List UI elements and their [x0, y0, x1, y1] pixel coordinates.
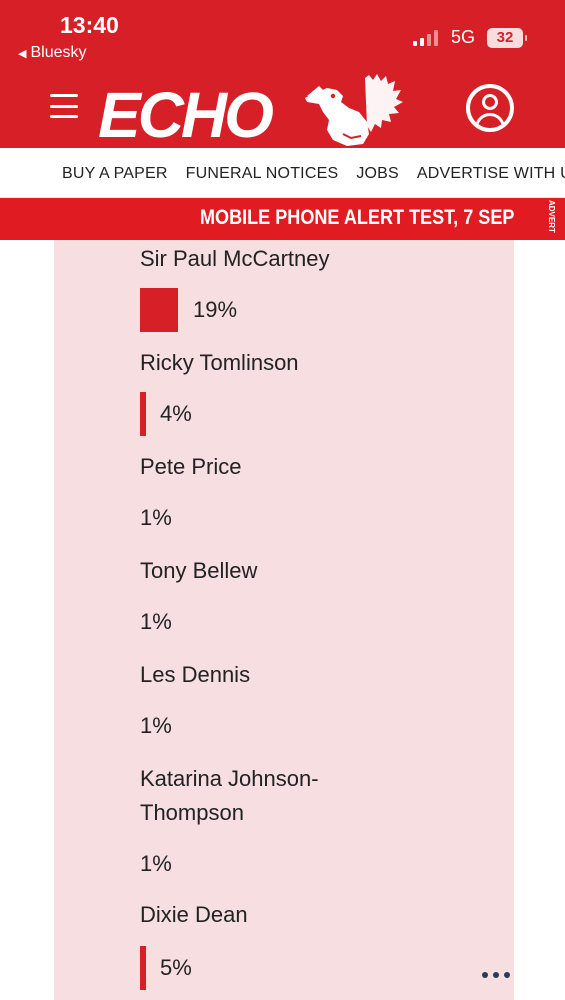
poll-result-percent: 1% [140, 609, 172, 634]
signal-strength-icon [413, 30, 438, 46]
back-to-app-link[interactable]: ◀ Bluesky [18, 44, 87, 62]
site-header: 13:40 ◀ Bluesky 5G 32 ECHO [0, 0, 565, 151]
news-ticker[interactable]: MOBILE PHONE ALERT TEST, 7 SEP ADVERT [0, 198, 565, 240]
ticker-headline[interactable]: MOBILE PHONE ALERT TEST, 7 SEP [200, 206, 514, 230]
back-arrow-icon: ◀ [18, 47, 27, 60]
poll-result-percent: 1% [140, 851, 172, 876]
user-account-icon[interactable] [466, 84, 514, 132]
poll-result-percent: 5% [160, 955, 192, 980]
poll-result-row[interactable]: 4% [140, 392, 192, 436]
advert-label: ADVERT [547, 200, 556, 233]
poll-result-percent: 1% [140, 505, 172, 530]
poll-result-row[interactable]: 1% [140, 496, 172, 540]
nav-item-funeral-notices[interactable]: FUNERAL NOTICES [186, 165, 339, 183]
poll-result-row[interactable]: 1% [140, 704, 172, 748]
poll-result-percent: 1% [140, 713, 172, 738]
advert-tag: ADVERT [543, 198, 565, 240]
poll-result-bar [140, 392, 146, 436]
nav-item-buy-a-paper[interactable]: BUY A PAPER [62, 165, 168, 183]
poll-option-name: Dixie Dean [140, 902, 248, 927]
poll-result-bar [140, 288, 178, 332]
poll-result-bar [140, 946, 146, 990]
poll-result-percent: 19% [193, 297, 238, 322]
poll-option-name: Sir Paul McCartney [140, 246, 330, 271]
status-time: 13:40 [60, 12, 119, 38]
nav-item-jobs[interactable]: JOBS [356, 165, 399, 183]
poll-result-row[interactable]: 1% [140, 842, 172, 886]
poll-result-percent: 4% [160, 401, 192, 426]
top-nav-bar: BUY A PAPER FUNERAL NOTICES JOBS ADVERTI… [0, 148, 565, 198]
poll-option-name: Les Dennis [140, 662, 251, 687]
battery-icon: 32 [487, 28, 527, 48]
poll-option-name: Pete Price [140, 454, 242, 479]
back-app-label: Bluesky [30, 44, 87, 61]
more-options-icon[interactable] [482, 972, 510, 978]
network-type: 5G [451, 27, 476, 47]
poll-result-row[interactable]: 19% [140, 288, 237, 332]
poll-option-name: Tony Bellew [140, 558, 258, 583]
hamburger-menu-icon[interactable] [50, 94, 78, 118]
poll-result-row[interactable]: 5% [140, 946, 192, 990]
poll-option-name: Ricky Tomlinson [140, 350, 299, 375]
poll-option-name: Katarina Johnson-Thompson [140, 766, 319, 825]
nav-item-advertise[interactable]: ADVERTISE WITH US [417, 165, 565, 183]
logo-wordmark: ECHO [98, 79, 274, 151]
poll-results-panel: Sir Paul McCartney 19% Ricky Tomlinson 4… [54, 240, 514, 1000]
echo-logo[interactable]: ECHO [98, 72, 408, 151]
liver-bird-icon [305, 74, 403, 146]
poll-result-row[interactable]: 1% [140, 600, 172, 644]
